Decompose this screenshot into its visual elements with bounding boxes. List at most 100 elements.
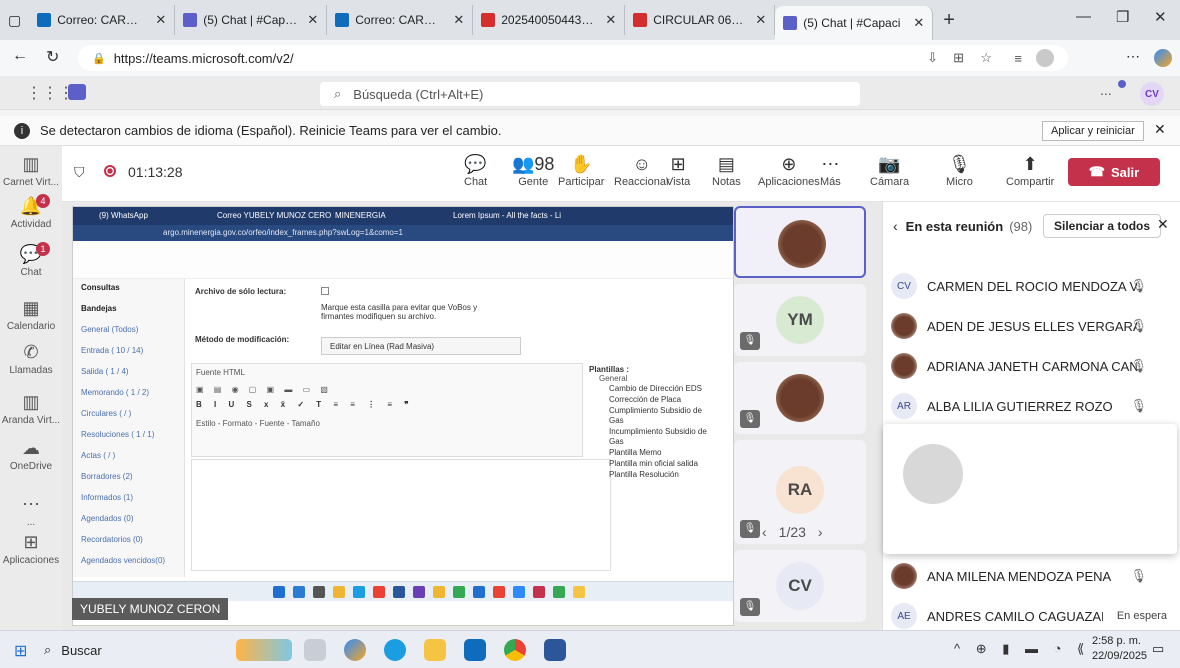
close-tab-icon[interactable]: ✕: [307, 12, 318, 28]
browser-menu-icon[interactable]: ⋯: [1126, 48, 1140, 65]
settings-more-button[interactable]: ...: [1100, 82, 1112, 98]
leave-button[interactable]: ☎ Salir: [1068, 158, 1160, 186]
close-tab-icon[interactable]: ✕: [755, 12, 766, 28]
orfeo-side-item[interactable]: Consultas: [81, 283, 120, 292]
orfeo-side-item[interactable]: Memorando ( 1 / 2): [81, 388, 149, 397]
browser-tab[interactable]: CIRCULAR 063 20 DE M ✕: [625, 5, 776, 35]
participant-row[interactable]: AE ANDRES CAMILO CAGUAZAN... En espera: [883, 598, 1180, 634]
tray-icons[interactable]: ^ ⊕ ▮ ▬ ◔ ⟪: [954, 641, 1090, 657]
task-view-icon[interactable]: [304, 639, 326, 661]
browser-tab[interactable]: Correo: CARMEN DEL R ✕: [327, 5, 474, 35]
close-tab-icon[interactable]: ✕: [605, 12, 616, 28]
close-tab-icon[interactable]: ✕: [155, 12, 166, 28]
back-chevron-icon[interactable]: ‹: [893, 218, 898, 234]
copilot-icon[interactable]: [1154, 49, 1172, 67]
video-tile[interactable]: [734, 206, 866, 278]
template-item[interactable]: Corrección de Placa: [589, 395, 707, 405]
copilot-app-icon[interactable]: [344, 639, 366, 661]
toolbar-people-button[interactable]: 👥98 Gente: [512, 154, 554, 188]
url-field[interactable]: 🔒 https://teams.microsoft.com/v2/ ⇩ ⊞ ☆ …: [78, 45, 1068, 71]
browser-tab[interactable]: (5) Chat | #Capacitación ✕: [175, 5, 328, 35]
widgets-icon[interactable]: [236, 639, 292, 661]
read-aloud-icon[interactable]: ⇩: [927, 50, 938, 66]
split-screen-icon[interactable]: ⊞: [953, 50, 964, 66]
toolbar-chat-button[interactable]: 💬 Chat: [464, 154, 487, 188]
new-tab-button[interactable]: +: [943, 9, 955, 32]
rail-item-1[interactable]: 🔔 Actividad 4: [0, 194, 62, 230]
readonly-checkbox[interactable]: [321, 287, 329, 295]
template-item[interactable]: Cambio de Dirección EDS: [589, 384, 707, 394]
toolbar-apps-button[interactable]: ⊕ Aplicaciones: [758, 154, 820, 188]
favorite-icon[interactable]: ☆: [980, 50, 992, 66]
orfeo-side-item[interactable]: Recordatorios (0): [81, 535, 143, 544]
participant-row[interactable]: AR ALBA LILIA GUTIERREZ ROZO 🎙: [883, 388, 1180, 424]
rail-item-6[interactable]: ☁ OneDrive: [0, 438, 62, 472]
template-item[interactable]: Plantilla Memo: [589, 448, 707, 458]
toolbar-view-button[interactable]: ⊞ Vista: [666, 154, 690, 188]
windows-start-icon[interactable]: ⊞: [14, 641, 27, 661]
close-tab-icon[interactable]: ✕: [913, 15, 924, 31]
toolbar-more-button[interactable]: ⋯ Más: [820, 154, 841, 188]
participant-row[interactable]: ADEN DE JESUS ELLES VERGARA 🎙: [883, 308, 1180, 344]
orfeo-side-item[interactable]: Salida ( 1 / 4): [81, 367, 129, 376]
app-launcher-icon[interactable]: ⋮⋮⋮: [26, 83, 74, 103]
orfeo-side-item[interactable]: Agendados (0): [81, 514, 133, 523]
rail-item-8[interactable]: ⊞ Aplicaciones: [0, 532, 62, 566]
template-item[interactable]: Cumplimiento Subsidio de Gas: [589, 406, 707, 426]
mute-all-button[interactable]: Silenciar a todos: [1043, 214, 1162, 238]
close-window-icon[interactable]: ✕: [1154, 8, 1167, 26]
video-tile[interactable]: YM 🎙: [734, 284, 866, 356]
template-item[interactable]: Incumplimiento Subsidio de Gas: [589, 427, 707, 447]
browser-tab[interactable]: Correo: CARMEN DEL R ✕: [29, 5, 176, 35]
taskbar-search[interactable]: ⌕ Buscar: [44, 637, 224, 663]
toolbar-notes-button[interactable]: ▤ Notas: [712, 154, 741, 188]
template-item[interactable]: Plantilla Resolución: [589, 470, 707, 480]
next-page-icon[interactable]: ›: [818, 524, 823, 540]
participant-row[interactable]: ADRIANA JANETH CARMONA CANO 🎙: [883, 348, 1180, 384]
apply-restart-button[interactable]: Aplicar y reiniciar: [1042, 121, 1144, 141]
browser-tab[interactable]: (5) Chat | #Capaci ✕: [775, 6, 934, 40]
rail-item-2[interactable]: 💬 Chat 1: [0, 242, 62, 278]
rail-item-0[interactable]: ▥ Carnet Virt...: [0, 154, 62, 188]
orfeo-side-item[interactable]: Resoluciones ( 1 / 1): [81, 430, 154, 439]
browser-tab[interactable]: 202540050443411_000 ✕: [473, 5, 626, 35]
rail-item-4[interactable]: ✆ Llamadas: [0, 342, 62, 376]
clock-time[interactable]: 2:58 p. m.: [1092, 635, 1141, 647]
toolbar-mic-off-button[interactable]: 🎙 Micro: [946, 154, 973, 188]
file-explorer-icon[interactable]: [424, 639, 446, 661]
rail-item-5[interactable]: ▥ Aranda Virt...: [0, 392, 62, 426]
orfeo-side-item[interactable]: Actas ( / ): [81, 451, 115, 460]
method-select[interactable]: Editar en Línea (Rad Masiva): [321, 337, 521, 355]
participant-row[interactable]: ANA MILENA MENDOZA PENA 🎙: [883, 558, 1180, 594]
chrome-icon[interactable]: [504, 639, 526, 661]
toolbar-raise-hand-button[interactable]: ✋ Participar: [558, 154, 604, 188]
orfeo-side-item[interactable]: Agendados vencidos(0): [81, 556, 165, 565]
edge-icon[interactable]: [384, 639, 406, 661]
orfeo-side-item[interactable]: Borradores (2): [81, 472, 133, 481]
template-item[interactable]: Plantilla min oficial salida: [589, 459, 707, 469]
close-banner-icon[interactable]: ✕: [1154, 121, 1166, 138]
orfeo-side-item[interactable]: Informados (1): [81, 493, 133, 502]
minimize-icon[interactable]: —: [1076, 8, 1091, 25]
orfeo-side-item[interactable]: Bandejas: [81, 304, 117, 313]
notifications-icon[interactable]: ▭: [1152, 641, 1164, 657]
favorites-list-icon[interactable]: ≡: [1014, 51, 1022, 66]
clock-date[interactable]: 22/09/2025: [1092, 650, 1147, 662]
orfeo-side-item[interactable]: General (Todos): [81, 325, 138, 334]
restore-icon[interactable]: ❐: [1116, 8, 1129, 26]
user-avatar[interactable]: CV: [1140, 82, 1164, 106]
back-icon[interactable]: ←: [12, 47, 28, 65]
editor-area[interactable]: [191, 459, 611, 571]
prev-page-icon[interactable]: ‹: [762, 524, 767, 540]
word-icon[interactable]: [544, 639, 566, 661]
tab-actions-icon[interactable]: ▢: [8, 12, 21, 29]
outlook-app-icon[interactable]: [464, 639, 486, 661]
search-input[interactable]: ⌕ Búsqueda (Ctrl+Alt+E): [320, 82, 860, 106]
refresh-icon[interactable]: ↻: [46, 47, 59, 67]
profile-icon[interactable]: [1036, 49, 1054, 67]
toolbar-smile-button[interactable]: ☺ Reaccionar: [614, 154, 670, 188]
orfeo-side-item[interactable]: Circulares ( / ): [81, 409, 131, 418]
toolbar-camera-off-button[interactable]: 📷 Cámara: [870, 154, 909, 188]
video-tile[interactable]: 🎙: [734, 362, 866, 434]
toolbar-share-button[interactable]: ⬆ Compartir: [1006, 154, 1054, 188]
